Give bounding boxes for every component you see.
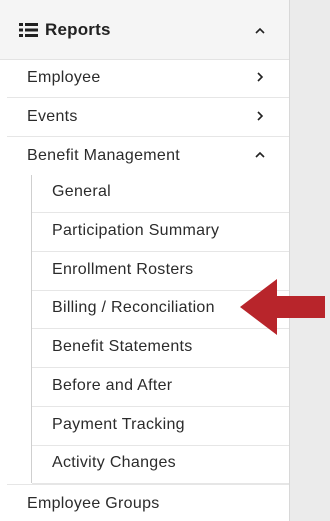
submenu-item-activity-changes[interactable]: Activity Changes: [32, 445, 289, 484]
menu-item-employee[interactable]: Employee: [7, 59, 289, 98]
menu-item-label: Employee: [27, 69, 101, 86]
left-arrow-icon: [240, 279, 325, 335]
submenu-item-before-and-after[interactable]: Before and After: [32, 368, 289, 407]
menu-item-label: Events: [27, 108, 78, 125]
menu-item-label: Benefit Management: [27, 147, 181, 164]
chevron-up-icon[interactable]: [255, 26, 265, 36]
submenu-item-payment-tracking[interactable]: Payment Tracking: [32, 407, 289, 446]
submenu-item-label: General: [52, 183, 112, 200]
submenu-item-label: Activity Changes: [52, 454, 176, 471]
reports-header[interactable]: Reports: [0, 0, 289, 60]
submenu-item-label: Before and After: [52, 377, 173, 394]
list-icon: [19, 23, 38, 37]
submenu-item-participation-summary[interactable]: Participation Summary: [32, 213, 289, 252]
submenu-item-label: Enrollment Rosters: [52, 261, 194, 278]
submenu-item-label: Billing / Reconciliation: [52, 299, 215, 316]
submenu-item-label: Participation Summary: [52, 222, 220, 239]
submenu-item-general[interactable]: General: [32, 174, 289, 213]
reports-title: Reports: [45, 20, 111, 39]
chevron-right-icon: [257, 72, 264, 82]
submenu-item-label: Benefit Statements: [52, 338, 193, 355]
menu-item-label: Employee Groups: [27, 495, 160, 512]
menu-item-events[interactable]: Events: [7, 98, 289, 137]
menu-item-benefit-management[interactable]: Benefit Management: [7, 137, 289, 175]
submenu-item-label: Payment Tracking: [52, 416, 185, 433]
menu-item-employee-groups[interactable]: Employee Groups: [7, 484, 289, 521]
reports-sidebar: Reports Employee Events Benefit Manageme…: [0, 0, 290, 521]
chevron-up-icon: [255, 151, 265, 158]
chevron-right-icon: [257, 111, 264, 121]
